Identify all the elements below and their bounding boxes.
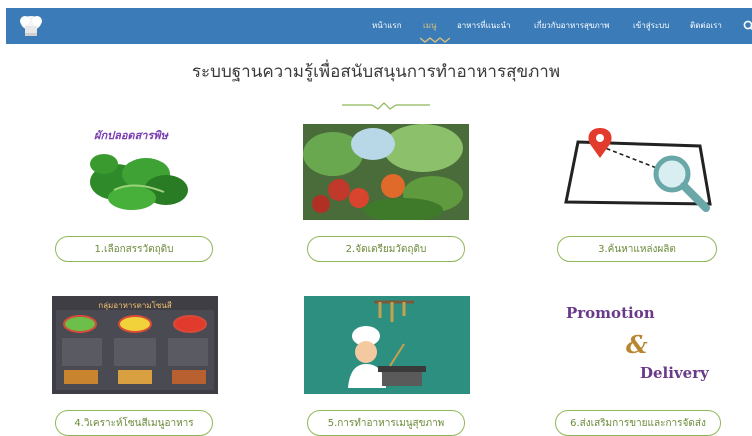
nav-recommended[interactable]: อาหารที่แนะนำ	[457, 19, 511, 32]
map-search-illustration	[564, 128, 712, 212]
chef-hat-icon[interactable]	[18, 14, 44, 38]
chef-cooking-illustration	[304, 296, 470, 394]
search-icon[interactable]	[743, 20, 752, 32]
card-image-ingredients[interactable]: ผักปลอดสารพิษ	[54, 120, 220, 218]
card-button-promotion-delivery[interactable]: 6.ส่งเสริมการขายและการจัดส่ง	[555, 410, 721, 436]
promo-word-promotion: Promotion	[566, 304, 655, 322]
card-button-select-ingredients[interactable]: 1.เลือกสรรวัตถุดิบ	[55, 236, 213, 262]
card-image-healthy-cooking[interactable]	[304, 296, 470, 394]
page-title: ระบบฐานความรู้เพื่อสนับสนุนการทำอาหารสุข…	[191, 62, 561, 82]
promo-word-delivery: Delivery	[640, 364, 709, 382]
leafy-greens-illustration	[90, 154, 188, 210]
card-image-promotion-delivery[interactable]: Promotion & Delivery	[560, 296, 726, 394]
navbar: หน้าแรก เมนู อาหารที่แนะนำ เกี่ยวกับอาหา…	[6, 8, 752, 44]
card-button-healthy-cooking[interactable]: 5.การทำอาหารเมนูสุขภาพ	[307, 410, 465, 436]
color-zone-poster	[56, 310, 214, 390]
nav-home[interactable]: หน้าแรก	[372, 19, 402, 32]
card-image-prepare[interactable]	[303, 124, 469, 222]
active-nav-underline	[420, 37, 450, 43]
nav-about-healthy-food[interactable]: เกี่ยวกับอาหารสุขภาพ	[534, 19, 609, 32]
card-button-prepare-ingredients[interactable]: 2.จัดเตรียมวัตถุดิบ	[307, 236, 465, 262]
card-image-source-search[interactable]	[560, 124, 726, 222]
title-divider-ornament	[342, 102, 430, 110]
card-image-color-zones[interactable]: กลุ่มอาหารตามโซนสี	[52, 296, 218, 394]
nav-contact[interactable]: ติดต่อเรา	[690, 19, 722, 32]
washing-vegetables-photo	[303, 124, 469, 222]
nav-menu[interactable]: เมนู	[423, 19, 436, 32]
nav-login[interactable]: เข้าสู่ระบบ	[633, 19, 669, 32]
card-button-find-sources[interactable]: 3.ค้นหาแหล่งผลิต	[557, 236, 717, 262]
card-button-analyze-color-zones[interactable]: 4.วิเคราะห์โซนสีเมนูอาหาร	[55, 410, 213, 436]
promo-word-ampersand: &	[626, 330, 648, 359]
